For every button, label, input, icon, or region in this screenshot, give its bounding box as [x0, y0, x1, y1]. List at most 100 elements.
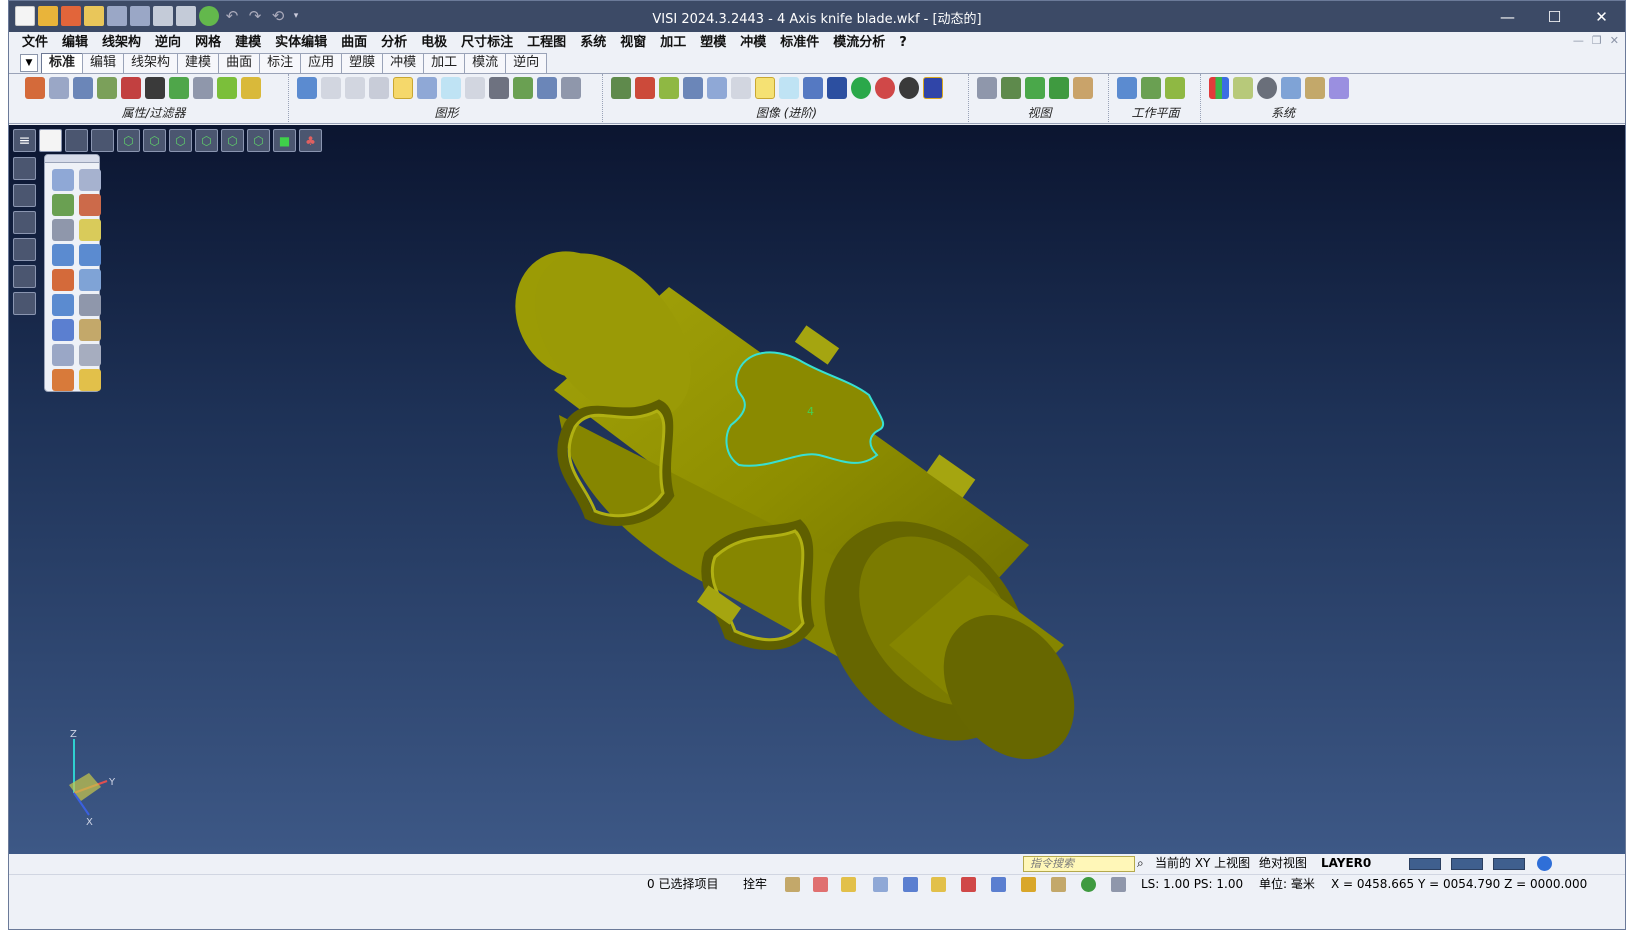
color-swatch[interactable] — [1451, 858, 1483, 870]
sphere-icon[interactable] — [899, 77, 919, 99]
cylinder-icon[interactable] — [803, 77, 823, 99]
frame-icon[interactable] — [79, 319, 101, 341]
zoom-icon[interactable] — [977, 77, 997, 99]
menu-file[interactable]: 文件 — [15, 32, 55, 53]
tree-icon[interactable]: ♣ — [299, 129, 322, 152]
arrow-icon[interactable] — [1025, 77, 1045, 99]
highlight-icon[interactable] — [841, 877, 856, 892]
zoom-icon[interactable] — [1001, 77, 1021, 99]
magnet-icon[interactable] — [145, 77, 165, 99]
menu-drafting[interactable]: 工程图 — [520, 32, 573, 53]
check-icon[interactable] — [79, 219, 101, 241]
eye-icon[interactable] — [1073, 77, 1093, 99]
layer-icon[interactable] — [345, 77, 365, 99]
menu-system[interactable]: 系统 — [573, 32, 613, 53]
layer-icon[interactable] — [537, 77, 557, 99]
tab-surface[interactable]: 曲面 — [218, 53, 261, 73]
plane-icon[interactable] — [1117, 77, 1137, 99]
settings-icon[interactable] — [1257, 77, 1277, 99]
menu-electrode[interactable]: 电极 — [414, 32, 454, 53]
cylinder-icon[interactable] — [731, 77, 751, 99]
tab-wireframe[interactable]: 线架构 — [123, 53, 179, 73]
render-icon[interactable] — [611, 77, 631, 99]
menu-flow-analysis[interactable]: 模流分析 — [826, 32, 892, 53]
tab-standard[interactable]: 标准 — [41, 53, 84, 73]
palette-icon[interactable] — [1209, 77, 1229, 99]
tab-machining[interactable]: 加工 — [423, 53, 466, 73]
cube-icon[interactable] — [1021, 877, 1036, 892]
current-view-label[interactable]: 当前的 XY 上视图 — [1155, 854, 1250, 873]
search-icon[interactable] — [73, 77, 93, 99]
frame-icon[interactable] — [961, 877, 976, 892]
pan-icon[interactable] — [91, 129, 114, 152]
trash-icon[interactable] — [49, 77, 69, 99]
menu-mould[interactable]: 塑模 — [693, 32, 733, 53]
tab-application[interactable]: 应用 — [300, 53, 343, 73]
plus-icon[interactable] — [217, 77, 237, 99]
search-icon[interactable] — [52, 169, 74, 191]
grid-icon[interactable] — [1305, 77, 1325, 99]
rotate-icon[interactable] — [1049, 77, 1069, 99]
menu-edit[interactable]: 编辑 — [55, 32, 95, 53]
export-icon[interactable] — [79, 369, 101, 391]
zoom-icon[interactable] — [65, 129, 88, 152]
menu-mesh[interactable]: 网格 — [188, 32, 228, 53]
menu-wireframe[interactable]: 线架构 — [95, 32, 148, 53]
menu-modeling[interactable]: 建模 — [228, 32, 268, 53]
layer-icon[interactable] — [465, 77, 485, 99]
layer-icon[interactable] — [441, 77, 461, 99]
layer-icon[interactable] — [393, 77, 413, 99]
minimize-button[interactable]: — — [1484, 1, 1531, 32]
selected-blade-profile[interactable]: 4 — [725, 351, 885, 467]
menu-lines-icon[interactable]: ≡ — [13, 129, 36, 152]
layer-icon[interactable] — [561, 77, 581, 99]
grid-icon[interactable] — [13, 292, 36, 315]
measure-icon[interactable] — [52, 219, 74, 241]
render-icon[interactable] — [659, 77, 679, 99]
unit-label[interactable]: 单位: 毫米 — [1259, 875, 1315, 894]
color-swatch[interactable] — [1409, 858, 1441, 870]
menu-reverse[interactable]: 逆向 — [148, 32, 188, 53]
wire-icon[interactable] — [97, 77, 117, 99]
magnet-icon[interactable] — [121, 77, 141, 99]
layer-icon[interactable] — [489, 77, 509, 99]
back-view-icon[interactable]: ⬡ — [247, 129, 270, 152]
tab-annotation[interactable]: 标注 — [259, 53, 302, 73]
plane-icon[interactable] — [79, 269, 101, 291]
plane-icon[interactable] — [1141, 77, 1161, 99]
paint-icon[interactable] — [52, 369, 74, 391]
menu-surface[interactable]: 曲面 — [334, 32, 374, 53]
fit-view-icon[interactable] — [39, 129, 62, 152]
refresh-icon[interactable] — [52, 294, 74, 316]
menu-standard-parts[interactable]: 标准件 — [773, 32, 826, 53]
menu-die[interactable]: 冲模 — [733, 32, 773, 53]
record-icon[interactable] — [813, 877, 828, 892]
brush-icon[interactable] — [785, 877, 800, 892]
refresh-icon[interactable] — [1081, 877, 1096, 892]
close-button[interactable]: ✕ — [1578, 1, 1625, 32]
layer-icon[interactable] — [13, 265, 36, 288]
menu-help[interactable]: ? — [892, 32, 914, 53]
ruler-icon[interactable] — [1051, 877, 1066, 892]
edit-icon[interactable] — [79, 194, 101, 216]
dimension-icon[interactable] — [52, 194, 74, 216]
tab-flow[interactable]: 模流 — [464, 53, 507, 73]
absolute-view-label[interactable]: 绝对视图 — [1259, 854, 1307, 873]
menu-machining[interactable]: 加工 — [653, 32, 693, 53]
transform-icon[interactable] — [991, 877, 1006, 892]
layer-icon[interactable] — [513, 77, 533, 99]
image-icon[interactable] — [1233, 77, 1253, 99]
top-view-icon[interactable]: ⬡ — [143, 129, 166, 152]
help-icon[interactable] — [903, 877, 918, 892]
doc-minimize-button[interactable]: — — [1573, 34, 1584, 47]
layer-icon[interactable] — [417, 77, 437, 99]
tab-edit[interactable]: 编辑 — [82, 53, 125, 73]
pie-icon[interactable] — [875, 77, 895, 99]
layer-icon[interactable] — [13, 157, 36, 180]
menu-analysis[interactable]: 分析 — [374, 32, 414, 53]
snap-label[interactable]: 拴牢 — [743, 875, 767, 894]
attribute-icon[interactable] — [52, 269, 74, 291]
menu-solid-edit[interactable]: 实体编辑 — [268, 32, 334, 53]
color-swatch[interactable] — [1493, 858, 1525, 870]
cube-icon[interactable] — [827, 77, 847, 99]
